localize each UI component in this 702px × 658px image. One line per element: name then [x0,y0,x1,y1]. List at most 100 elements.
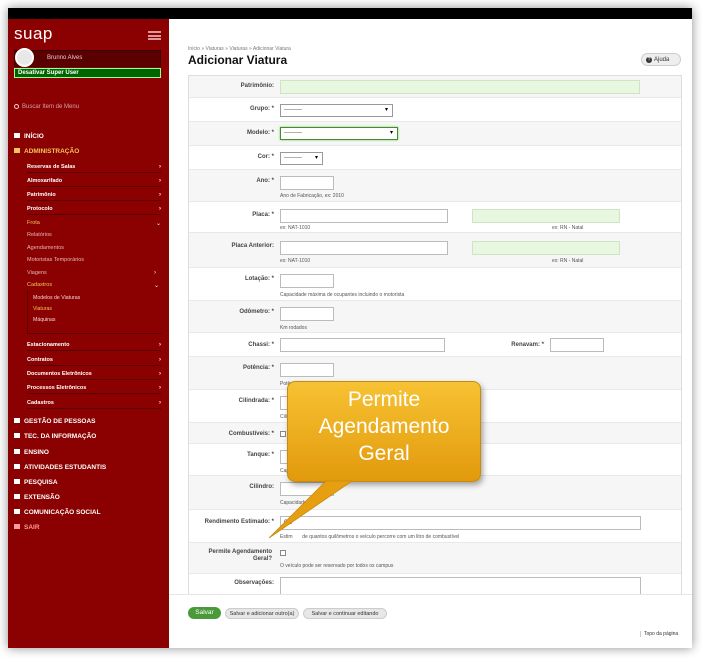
save-continue-button[interactable]: Salvar e continuar editando [303,608,387,619]
menu-search[interactable]: Buscar Item de Menu [14,104,79,110]
chevron-right-icon: › [159,342,161,348]
nav-label: Frota [27,220,40,226]
nav-inicio[interactable]: INÍCIO [14,133,44,140]
permite-agendamento-help: O veículo pode ser reservado por todos o… [280,563,394,569]
renavam-input[interactable] [550,338,604,352]
nav-maquinas[interactable]: Máquinas [33,317,56,323]
row-cor: Cor: * --------- ▾ [189,146,681,170]
save-add-another-button[interactable]: Salvar e adicionar outro(a) [225,608,299,619]
ano-input[interactable] [280,176,334,190]
nav-motoristas-temporarios[interactable]: Motoristas Temporários [27,257,84,263]
nav-protocolo[interactable]: Protocolo › [27,206,161,215]
menu-toggle-icon[interactable] [148,31,161,40]
row-lotacao: Lotação: * Capacidade máxima de ocupante… [189,268,681,301]
nav-documentos-eletronicos[interactable]: Documentos Eletrônicos › [27,371,161,380]
page-title: Adicionar Viatura [188,53,288,67]
modelo-select[interactable]: --------- ▾ [280,127,398,140]
dropdown-arrow-icon: ▾ [389,130,393,136]
monitor-icon [14,433,20,438]
back-to-top-link[interactable]: Topo da página [640,631,678,637]
save-button[interactable]: Salvar [188,607,221,619]
label-text: Modelo: [246,130,270,136]
nav-label: Viagens [27,270,47,276]
label-potencia: Potência: * [189,365,274,371]
callout-box: Permite Agendamento Geral [287,381,481,482]
chevron-right-icon: › [159,206,161,212]
nav-agendamentos[interactable]: Agendamentos [27,245,64,251]
chat-icon [14,509,20,514]
nav-sair[interactable]: SAIR [14,524,40,531]
help-button[interactable]: ? Ajuda [641,53,681,66]
nav-almoxarifado[interactable]: Almoxarifado › [27,178,161,187]
chevron-right-icon: › [159,357,161,363]
breadcrumb[interactable]: Início » Viaturas » Viaturas » Adicionar… [188,46,291,52]
nav-viagens[interactable]: Viagens › [27,270,156,276]
nav-ensino[interactable]: ENSINO [14,449,49,456]
nav-label: Patrimônio [27,192,56,198]
lotacao-help: Capacidade máxima de ocupantes incluindo… [280,292,405,298]
lotacao-input[interactable] [280,274,334,288]
nav-patrimonio[interactable]: Patrimônio › [27,192,161,201]
label-text: Placa: [252,212,270,218]
chevron-right-icon: › [159,385,161,391]
combustivel-checkbox[interactable] [280,431,286,437]
odometro-input[interactable] [280,307,334,321]
nav-processos-eletronicos[interactable]: Processos Eletrônicos › [27,385,161,394]
label-renavam: Renavam: * [459,342,544,348]
required-mark: * [271,154,274,160]
nav-atividades-estudantis[interactable]: ATIVIDADES ESTUDANTIS [14,464,106,471]
label-modelo: Modelo: * [189,130,274,136]
chassi-input[interactable] [280,338,445,352]
nav-administracao[interactable]: ADMINISTRAÇÃO [14,148,79,155]
nav-cadastros[interactable]: Cadastros › [27,400,161,409]
nav-contratos[interactable]: Contratos › [27,357,161,366]
patrimonio-input[interactable] [280,80,640,94]
label-lotacao: Lotação: * [189,276,274,282]
flag-icon [14,464,20,469]
nav-modelos-viaturas[interactable]: Modelos de Viaturas [33,295,80,301]
suap-logo[interactable]: suap [14,24,53,44]
label-text: Odômetro: [239,309,270,315]
help-label: Ajuda [654,57,670,63]
dropdown-arrow-icon: ▾ [384,107,388,113]
permite-agendamento-checkbox[interactable] [280,550,286,556]
label-text: Permite Agendamento Geral? [208,549,272,562]
nav-relatorios[interactable]: Relatórios [27,232,52,238]
window-frame: suap Brunno Alves Desativar Super User B… [8,8,692,648]
label-combustiveis: Combustíveis: * [189,431,274,437]
label-tanque: Tanque: * [189,452,274,458]
label-ano: Ano: * [189,178,274,184]
nav-cadastros-frota[interactable]: Cadastros ⌄ [27,282,159,289]
deactivate-super-user-button[interactable]: Desativar Super User [14,68,161,78]
nav-reservas-salas[interactable]: Reservas de Salas › [27,164,161,173]
label-text: Lotação: [244,276,270,282]
cor-select[interactable]: --------- ▾ [280,152,323,165]
nav-comunicacao-social[interactable]: COMUNICAÇÃO SOCIAL [14,509,101,516]
label-text: Chassi: [248,342,270,348]
submit-row: Salvar Salvar e adicionar outro(a) Salva… [169,594,692,648]
nav-extensao[interactable]: EXTENSÃO [14,494,60,501]
required-mark: * [271,342,274,348]
nav-frota[interactable]: Frota ⌄ [27,220,161,228]
placa-cidade-input[interactable] [472,209,620,223]
nav-label: ATIVIDADES ESTUDANTIS [24,464,107,471]
placa-input[interactable] [280,209,448,223]
nav-estacionamento[interactable]: Estacionamento › [27,342,161,351]
row-rendimento: Rendimento Estimado: * 0.0 Estim de quan… [189,510,681,543]
nav-label: Documentos Eletrônicos [27,371,92,377]
callout-line-3: Geral [358,442,410,465]
required-mark: * [541,342,544,348]
chevron-right-icon: › [159,371,161,377]
label-text: Renavam: [511,342,540,348]
grupo-select[interactable]: --------- ▾ [280,104,393,117]
nav-viaturas[interactable]: Viaturas [33,306,52,312]
potencia-input[interactable] [280,363,334,377]
logout-icon [14,524,20,529]
required-mark: * [271,276,274,282]
nav-tec-informacao[interactable]: TEC. DA INFORMAÇÃO [14,433,96,440]
nav-gestao-pessoas[interactable]: GESTÃO DE PESSOAS [14,418,96,425]
placa-anterior-input[interactable] [280,241,448,255]
user-box[interactable]: Brunno Alves [14,48,161,67]
placa-anterior-cidade-input[interactable] [472,241,620,255]
nav-pesquisa[interactable]: PESQUISA [14,479,58,486]
